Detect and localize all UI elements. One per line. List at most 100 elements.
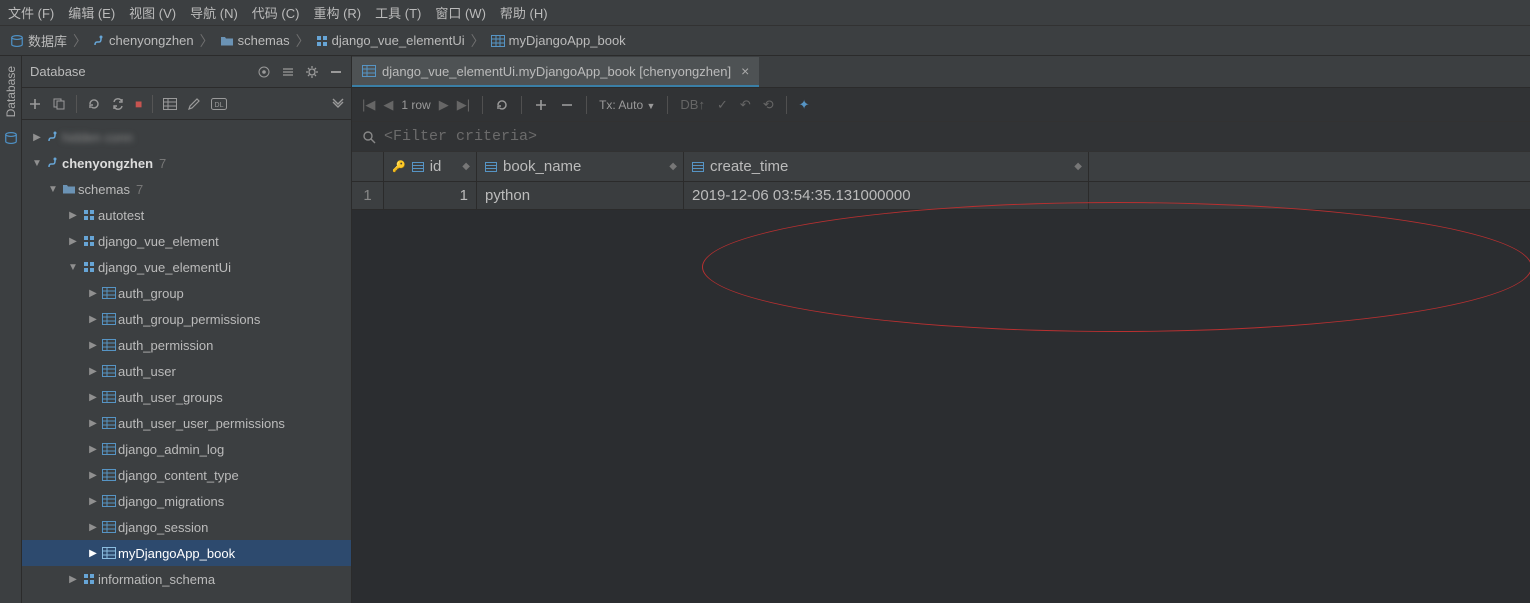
menu-view[interactable]: 视图 (V) [129,3,176,22]
refresh-icon[interactable] [87,97,101,111]
tree-table-item[interactable]: ▶ django_session [22,514,351,540]
tree-schemas-folder[interactable]: ▼ schemas 7 [22,176,351,202]
table-icon [491,35,505,47]
tx-mode-dropdown[interactable]: Tx: Auto ▼ [599,98,655,112]
commit-icon[interactable]: DB↑ [680,97,705,112]
table-view-icon[interactable] [163,98,177,110]
tree-table-item-selected[interactable]: ▶myDjangoApp_book [22,540,351,566]
menu-window[interactable]: 窗口 (W) [435,3,486,22]
tree-connection-count: 7 [159,156,166,171]
tree-item-label: django_session [118,520,208,535]
tree-schema-item[interactable]: ▶ autotest [22,202,351,228]
table-icon [100,521,118,533]
column-icon [692,162,704,172]
menu-help[interactable]: 帮助 (H) [500,3,548,22]
last-page-icon[interactable]: ▶| [457,97,470,113]
separator [786,96,787,114]
add-row-icon[interactable] [534,98,548,112]
tree-table-item[interactable]: ▶auth_user_user_permissions [22,410,351,436]
prev-page-icon[interactable]: ◀ [383,97,393,113]
tree-schema-item[interactable]: ▶ django_vue_element [22,228,351,254]
arrow-right-icon: ▶ [86,288,100,299]
cell-create-time[interactable]: 2019-12-06 03:54:35.131000000 [684,182,1089,209]
svg-text:DL: DL [215,102,224,109]
grid-corner [352,152,384,181]
row-count-label: 1 row [401,98,430,112]
tree-item-label: auth_user_user_permissions [118,416,285,431]
arrow-right-icon: ▶ [66,574,80,585]
reload-icon[interactable] [495,98,509,112]
add-icon[interactable] [28,97,42,111]
sort-icon[interactable]: ◆ [669,161,677,172]
tree-item-label: autotest [98,208,144,223]
column-label: book_name [503,158,581,175]
tree-table-item[interactable]: ▶django_admin_log [22,436,351,462]
schema-icon [80,573,98,585]
filter-row[interactable]: <Filter criteria> [352,122,1530,152]
sort-icon[interactable]: ◆ [1074,161,1082,172]
menu-file[interactable]: 文件 (F) [8,3,54,22]
column-label: id [430,158,442,175]
tree-table-item[interactable]: ▶auth_user_groups [22,384,351,410]
next-page-icon[interactable]: ▶ [439,97,449,113]
collapse-all-icon[interactable] [281,65,295,79]
grid-column-id[interactable]: 🔑 id ◆ [384,152,477,181]
tree-item-label: django_vue_element [98,234,219,249]
breadcrumb-table[interactable]: myDjangoApp_book [491,33,626,48]
arrow-right-icon: ▶ [66,210,80,221]
revert-icon[interactable]: ⟲ [763,97,774,113]
grid-column-create-time[interactable]: create_time ◆ [684,152,1089,181]
editor-tab[interactable]: django_vue_elementUi.myDjangoApp_book [c… [352,57,759,87]
menu-tools[interactable]: 工具 (T) [375,3,421,22]
grid-data-row[interactable]: 1 1 python 2019-12-06 03:54:35.131000000 [352,182,1530,210]
tree-connection[interactable]: ▼ chenyongzhen 7 [22,150,351,176]
breadcrumb-conn[interactable]: chenyongzhen [93,33,194,48]
minimize-icon[interactable] [329,65,343,79]
arrow-right-icon: ▶ [30,132,44,143]
menu-edit[interactable]: 编辑 (E) [68,3,115,22]
cell-id[interactable]: 1 [384,182,477,209]
tree-schema-item[interactable]: ▼ django_vue_elementUi [22,254,351,280]
expand-icon[interactable] [331,97,345,111]
breadcrumb-db[interactable]: 数据库 [10,31,67,50]
tree-table-item[interactable]: ▶auth_user [22,358,351,384]
tree-schema-item[interactable]: ▶ information_schema [22,566,351,592]
close-icon[interactable]: × [741,63,749,79]
breadcrumb-schema[interactable]: django_vue_elementUi [316,33,465,48]
tree-table-item[interactable]: ▶django_content_type [22,462,351,488]
database-tool-tab[interactable]: Database [4,62,18,121]
chevron-down-icon: ▼ [646,101,655,111]
tree-schemas-count: 7 [136,182,143,197]
tree-item-label: myDjangoApp_book [118,546,235,561]
remove-row-icon[interactable] [560,98,574,112]
arrow-right-icon: ▶ [86,522,100,533]
cell-book-name[interactable]: python [477,182,684,209]
tree-table-item[interactable]: ▶auth_group [22,280,351,306]
tree-table-item[interactable]: ▶auth_group_permissions [22,306,351,332]
menu-code[interactable]: 代码 (C) [252,3,300,22]
rollback-icon[interactable]: ↶ [740,97,751,113]
first-page-icon[interactable]: |◀ [362,97,375,113]
breadcrumb-schemas[interactable]: schemas [220,33,290,48]
database-tree[interactable]: ▶ hidden conn ▼ chenyongzhen 7 ▼ schemas… [22,120,351,603]
tree-item-label: django_admin_log [118,442,224,457]
view-ddl-icon[interactable]: ✦ [799,97,810,113]
stop-icon[interactable]: ■ [135,97,142,111]
ddl-icon[interactable]: DL [211,98,227,110]
target-icon[interactable] [257,65,271,79]
submit-icon[interactable]: ✓ [717,97,728,113]
menu-nav[interactable]: 导航 (N) [190,3,238,22]
gear-icon[interactable] [305,65,319,79]
schema-icon [80,209,98,221]
edit-icon[interactable] [187,97,201,111]
tree-item-label: information_schema [98,572,215,587]
arrow-right-icon: ▶ [86,314,100,325]
tree-table-item[interactable]: ▶auth_permission [22,332,351,358]
menu-refactor[interactable]: 重构 (R) [313,3,361,22]
tree-table-item[interactable]: ▶django_migrations [22,488,351,514]
copy-icon[interactable] [52,97,66,111]
sync-icon[interactable] [111,97,125,111]
tree-root-hidden[interactable]: ▶ hidden conn [22,124,351,150]
sort-icon[interactable]: ◆ [462,161,470,172]
grid-column-book-name[interactable]: book_name ◆ [477,152,684,181]
